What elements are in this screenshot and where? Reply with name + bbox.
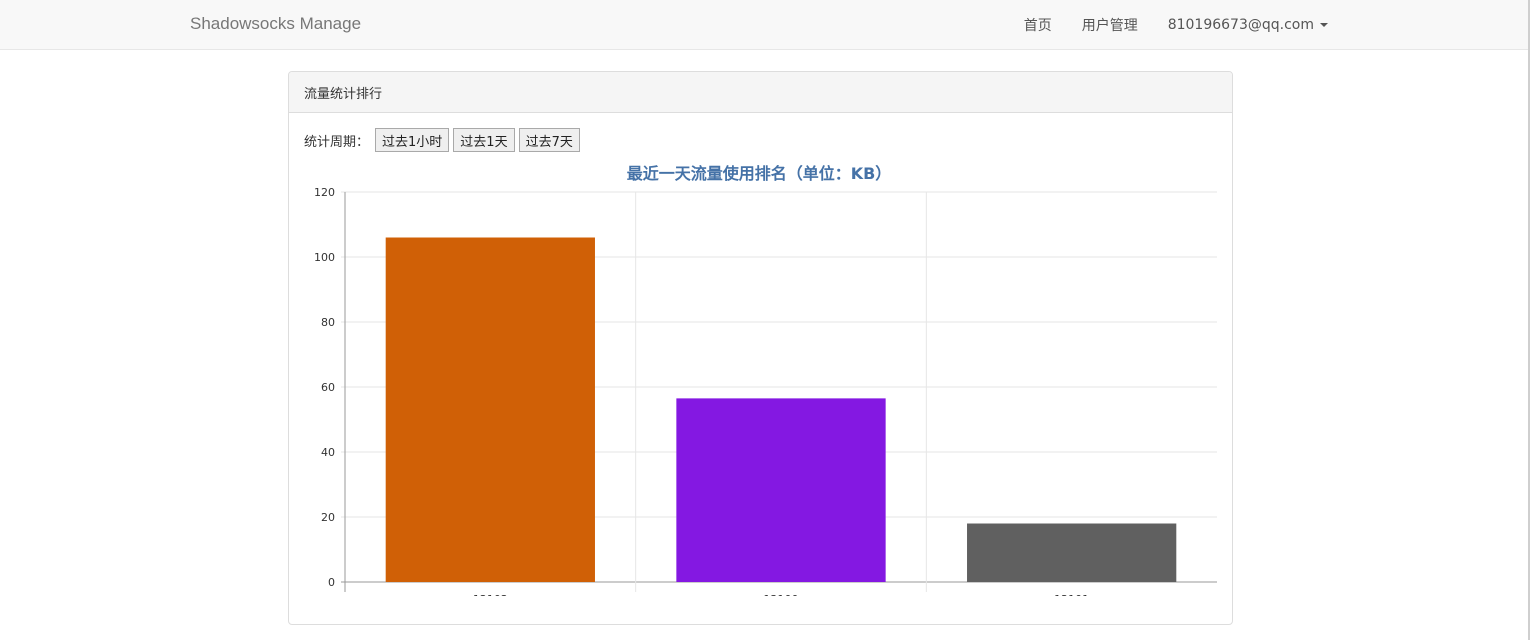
period-7-days-button[interactable]: 过去7天 <box>518 128 580 152</box>
y-tick-label: 40 <box>321 446 335 459</box>
navbar: Shadowsocks Manage 首页 用户管理 810196673@qq.… <box>0 0 1528 50</box>
nav-right: 首页 用户管理 810196673@qq.com <box>994 0 1328 50</box>
traffic-ranking-panel: 流量统计排行 统计周期： 过去1小时 过去1天 过去7天 最近一天流量使用排名（… <box>288 71 1233 625</box>
x-tick-label: 12102 <box>473 593 508 596</box>
nav-home-link[interactable]: 首页 <box>1024 15 1052 35</box>
brand-link[interactable]: Shadowsocks Manage <box>190 14 361 34</box>
y-tick-label: 0 <box>328 576 335 589</box>
user-account-dropdown[interactable]: 810196673@qq.com <box>1168 17 1328 33</box>
bar-12100 <box>676 398 886 582</box>
period-selector: 统计周期： 过去1小时 过去1天 过去7天 <box>304 128 584 152</box>
bar-12102 <box>385 237 595 582</box>
nav-user-management-link[interactable]: 用户管理 <box>1082 15 1138 35</box>
y-tick-label: 100 <box>314 251 335 264</box>
period-1-hour-button[interactable]: 过去1小时 <box>375 128 450 152</box>
y-tick-label: 80 <box>321 316 335 329</box>
user-email: 810196673@qq.com <box>1167 17 1314 33</box>
bar-12101 <box>967 523 1177 582</box>
y-tick-label: 60 <box>321 381 335 394</box>
chart-title: 最近一天流量使用排名（单位：KB） <box>627 164 892 183</box>
traffic-bar-chart: 最近一天流量使用排名（单位：KB） 0 20 40 60 80 100 120 12102 12… <box>314 164 1217 596</box>
period-label: 统计周期： <box>304 134 370 150</box>
y-tick-label: 20 <box>321 511 335 524</box>
caret-down-icon <box>1320 23 1328 27</box>
x-tick-label: 12101 <box>1054 593 1089 596</box>
x-tick-label: 12100 <box>764 593 799 596</box>
y-tick-label: 120 <box>314 186 335 199</box>
period-1-day-button[interactable]: 过去1天 <box>453 128 515 152</box>
panel-title: 流量统计排行 <box>289 72 1232 113</box>
